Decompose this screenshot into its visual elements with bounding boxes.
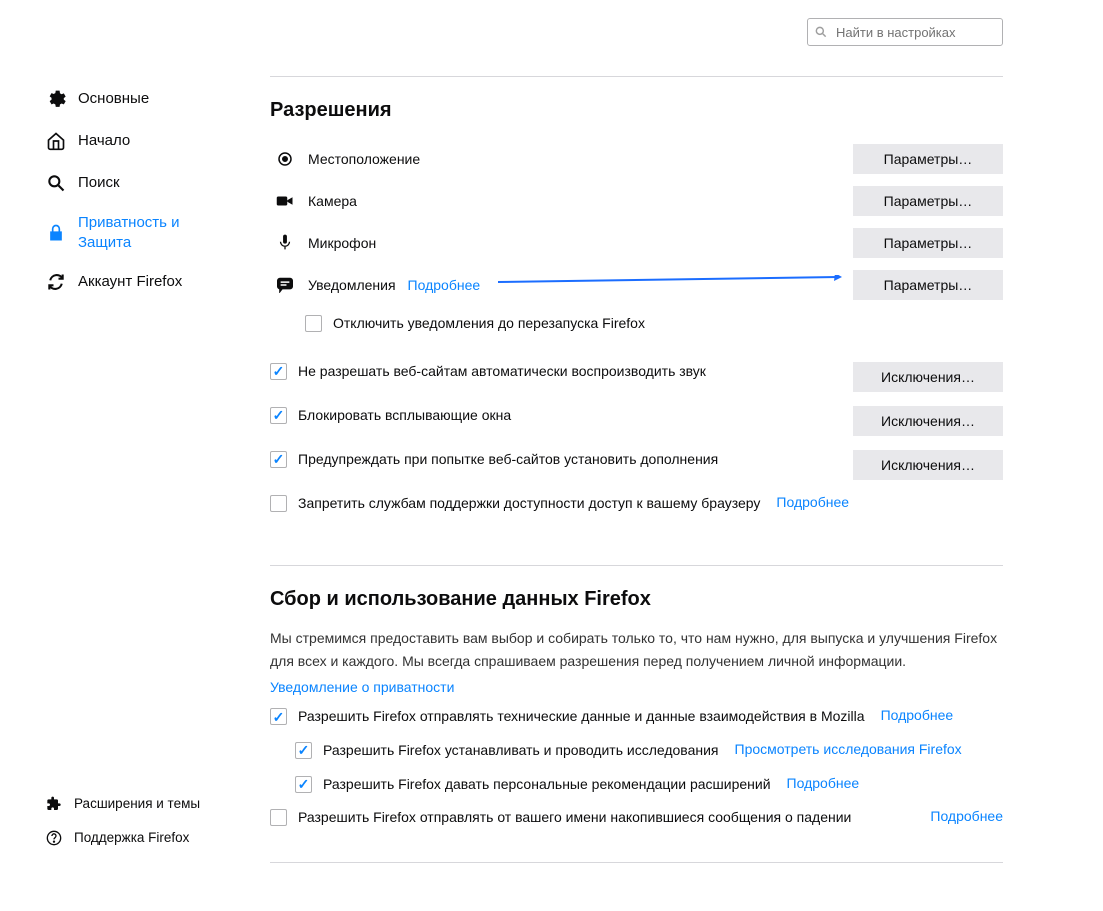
sidebar-item-search[interactable]: Поиск — [42, 162, 235, 204]
warn-addons-label: Предупреждать при попытке веб-сайтов уст… — [298, 450, 718, 470]
sidebar-item-label: Основные — [78, 89, 149, 109]
addons-exceptions-button[interactable]: Исключения… — [853, 450, 1003, 480]
block-autoplay-checkbox[interactable] — [270, 363, 287, 380]
disable-notifications-label: Отключить уведомления до перезапуска Fir… — [333, 314, 645, 334]
camera-label: Камера — [308, 193, 357, 209]
recommendations-label: Разрешить Firefox давать персональные ре… — [323, 775, 771, 795]
sidebar-item-privacy[interactable]: Приватность и Защита — [42, 204, 235, 261]
help-icon — [44, 828, 64, 848]
block-a11y-checkbox[interactable] — [270, 495, 287, 512]
block-popups-checkbox[interactable] — [270, 407, 287, 424]
lock-icon — [44, 221, 68, 245]
sidebar-item-label: Поиск — [78, 173, 120, 193]
sidebar-item-extensions[interactable]: Расширения и темы — [42, 787, 235, 821]
notifications-settings-button[interactable]: Параметры… — [853, 270, 1003, 300]
puzzle-icon — [44, 794, 64, 814]
block-popups-label: Блокировать всплывающие окна — [298, 406, 511, 426]
data-collection-title: Сбор и использование данных Firefox — [270, 588, 1003, 611]
microphone-settings-button[interactable]: Параметры… — [853, 228, 1003, 258]
camera-settings-button[interactable]: Параметры… — [853, 186, 1003, 216]
notification-icon — [270, 277, 300, 293]
permissions-title: Разрешения — [270, 99, 1003, 122]
settings-search-input[interactable] — [807, 18, 1003, 46]
sidebar-item-label: Поддержка Firefox — [74, 829, 189, 847]
divider — [270, 862, 1003, 863]
location-label: Местоположение — [308, 151, 420, 167]
sidebar-item-label: Начало — [78, 131, 130, 151]
a11y-more-link[interactable]: Подробнее — [776, 494, 849, 510]
tech-data-label: Разрешить Firefox отправлять технические… — [298, 707, 865, 727]
sidebar-item-label: Аккаунт Firefox — [78, 272, 182, 292]
recommendations-checkbox[interactable] — [295, 776, 312, 793]
crash-reports-checkbox[interactable] — [270, 809, 287, 826]
notifications-label: Уведомления — [308, 277, 396, 293]
sidebar-item-label: Приватность и Защита — [78, 213, 227, 252]
warn-addons-checkbox[interactable] — [270, 451, 287, 468]
microphone-label: Микрофон — [308, 235, 376, 251]
sidebar-item-home[interactable]: Начало — [42, 120, 235, 162]
divider — [270, 565, 1003, 566]
autoplay-exceptions-button[interactable]: Исключения… — [853, 362, 1003, 392]
studies-label: Разрешить Firefox устанавливать и провод… — [323, 741, 719, 761]
data-collection-desc: Мы стремимся предоставить вам выбор и со… — [270, 627, 1003, 673]
block-a11y-label: Запретить службам поддержки доступности … — [298, 494, 760, 514]
disable-notifications-checkbox[interactable] — [305, 315, 322, 332]
tech-data-more-link[interactable]: Подробнее — [881, 707, 954, 723]
tech-data-checkbox[interactable] — [270, 708, 287, 725]
sidebar-item-account[interactable]: Аккаунт Firefox — [42, 261, 235, 303]
location-icon — [270, 150, 300, 168]
divider — [270, 76, 1003, 77]
recommendations-more-link[interactable]: Подробнее — [787, 775, 860, 791]
crash-reports-label: Разрешить Firefox отправлять от вашего и… — [298, 808, 851, 828]
notifications-more-link[interactable]: Подробнее — [408, 277, 481, 293]
sidebar-item-label: Расширения и темы — [74, 795, 200, 813]
home-icon — [44, 129, 68, 153]
crash-reports-more-link[interactable]: Подробнее — [930, 808, 1003, 824]
microphone-icon — [270, 234, 300, 252]
sync-icon — [44, 270, 68, 294]
camera-icon — [270, 194, 300, 208]
privacy-notice-link[interactable]: Уведомление о приватности — [270, 679, 454, 695]
sidebar-item-support[interactable]: Поддержка Firefox — [42, 821, 235, 855]
settings-search[interactable] — [807, 18, 1003, 46]
location-settings-button[interactable]: Параметры… — [853, 144, 1003, 174]
popups-exceptions-button[interactable]: Исключения… — [853, 406, 1003, 436]
block-autoplay-label: Не разрешать веб-сайтам автоматически во… — [298, 362, 706, 382]
search-icon — [814, 25, 828, 42]
search-icon — [44, 171, 68, 195]
studies-checkbox[interactable] — [295, 742, 312, 759]
gear-icon — [44, 87, 68, 111]
studies-view-link[interactable]: Просмотреть исследования Firefox — [735, 741, 962, 757]
sidebar-item-general[interactable]: Основные — [42, 78, 235, 120]
